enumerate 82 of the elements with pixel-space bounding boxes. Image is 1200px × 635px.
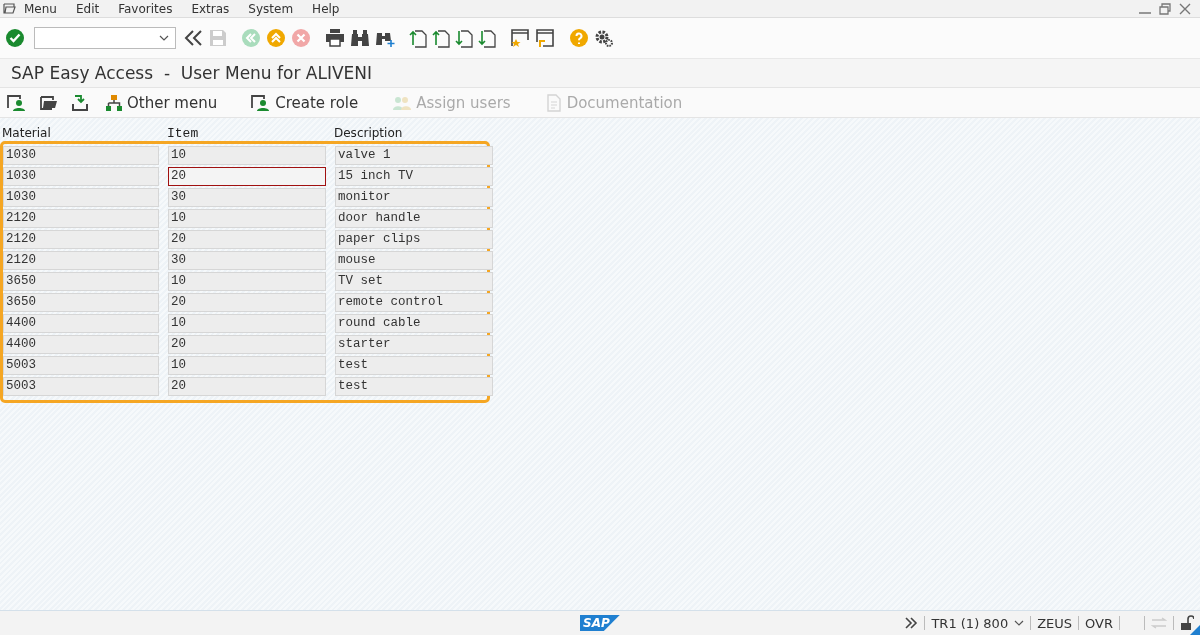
- table-cell: 20: [168, 293, 326, 312]
- toolbar-button[interactable]: Other menu: [101, 91, 222, 114]
- table-cell: 10: [168, 209, 326, 228]
- page-arrow-icon[interactable]: [478, 28, 496, 48]
- table-cell: test: [335, 356, 493, 375]
- table-cell: 20: [168, 335, 326, 354]
- page-arrow-icon[interactable]: [432, 28, 450, 48]
- table-cell: 5003: [3, 356, 159, 375]
- binoculars-icon[interactable]: [350, 29, 370, 47]
- table-cell: 15 inch TV: [335, 167, 493, 186]
- window-star-icon[interactable]: [510, 28, 530, 48]
- back-icon: [241, 28, 261, 48]
- table-cell: 30: [168, 251, 326, 270]
- page-arrow-icon[interactable]: [409, 28, 427, 48]
- document-icon: [544, 93, 563, 112]
- table-cell: test: [335, 377, 493, 396]
- settings-icon[interactable]: [594, 28, 614, 48]
- table-cell: 10: [168, 272, 326, 291]
- table-cell: 2120: [3, 209, 159, 228]
- restore-icon[interactable]: [1158, 2, 1172, 15]
- table-cell: round cable: [335, 314, 493, 333]
- column-header: Description: [334, 126, 404, 141]
- cancel-icon: [291, 28, 311, 48]
- menu-item[interactable]: Menu: [24, 1, 57, 16]
- server-name: ZEUS: [1037, 615, 1073, 631]
- column-header: Material: [2, 126, 52, 141]
- double-chevron-icon[interactable]: [904, 617, 919, 629]
- table-cell: 10: [168, 146, 326, 165]
- table-cell: 10: [168, 314, 326, 333]
- table-cell: 5003: [3, 377, 159, 396]
- table-cell: 10: [168, 356, 326, 375]
- table-cell: 2120: [3, 251, 159, 270]
- table-cell: 20: [168, 377, 326, 396]
- table-cell: 3650: [3, 272, 159, 291]
- swap-arrows-icon: [1151, 617, 1167, 629]
- sap-logo: SAP: [580, 615, 620, 631]
- table-cell: TV set: [335, 272, 493, 291]
- table-cell: 2120: [3, 230, 159, 249]
- download-tray-icon[interactable]: [71, 93, 89, 112]
- close-icon[interactable]: [1178, 2, 1192, 15]
- menu-item[interactable]: System: [248, 1, 294, 16]
- table-cell: 20: [168, 167, 326, 186]
- table-cell: 1030: [3, 167, 159, 186]
- toolbar-button[interactable]: Create role: [247, 91, 363, 114]
- page-arrow-icon[interactable]: [455, 28, 473, 48]
- column-header: Item: [167, 126, 200, 141]
- corner-triangle-icon: [1190, 625, 1200, 635]
- insert-mode: OVR: [1085, 615, 1113, 631]
- user-icon: [251, 93, 272, 112]
- dropdown-icon[interactable]: [159, 35, 169, 41]
- table-cell: monitor: [335, 188, 493, 207]
- printer-icon[interactable]: [325, 29, 345, 47]
- menu-item[interactable]: Favorites: [118, 1, 173, 16]
- menu-item[interactable]: Edit: [75, 1, 100, 16]
- command-field[interactable]: [34, 27, 176, 49]
- screen-title: SAP Easy Access - User Menu for ALIVENI: [11, 63, 373, 83]
- dropdown-icon[interactable]: [1014, 620, 1025, 626]
- unlocked-padlock-icon[interactable]: [1180, 615, 1194, 631]
- table-cell: paper clips: [335, 230, 493, 249]
- double-chevron-icon[interactable]: [184, 29, 204, 47]
- table-cell: remote control: [335, 293, 493, 312]
- table-cell: 30: [168, 188, 326, 207]
- table-cell: 4400: [3, 314, 159, 333]
- system-info[interactable]: TR1 (1) 800: [931, 615, 1009, 631]
- menu-item[interactable]: Extras: [191, 1, 230, 16]
- table-cell: 3650: [3, 293, 159, 312]
- table-cell: 20: [168, 230, 326, 249]
- table-cell: door handle: [335, 209, 493, 228]
- table-cell: valve 1: [335, 146, 493, 165]
- table-cell: mouse: [335, 251, 493, 270]
- window-arrow-icon[interactable]: [535, 28, 555, 48]
- menu-item[interactable]: Help: [312, 1, 340, 16]
- enter-icon[interactable]: [5, 28, 25, 48]
- table-cell: 1030: [3, 146, 159, 165]
- user-menu-icon[interactable]: [7, 93, 27, 112]
- sap-menu-icon[interactable]: [39, 93, 59, 112]
- hierarchy-icon: [105, 93, 123, 112]
- menu-icon[interactable]: [3, 3, 16, 14]
- save-icon: [209, 29, 227, 47]
- table-cell: 4400: [3, 335, 159, 354]
- table-cell: starter: [335, 335, 493, 354]
- table-cell: 1030: [3, 188, 159, 207]
